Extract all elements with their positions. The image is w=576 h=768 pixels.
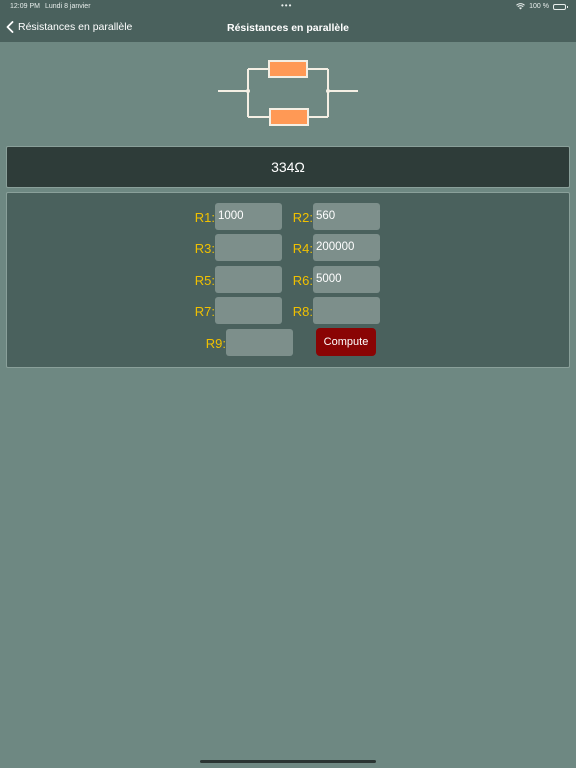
r1-label: R1: xyxy=(194,210,215,225)
resistor-bottom xyxy=(269,108,309,126)
page-title: Résistances en parallèle xyxy=(227,22,349,34)
r1-input[interactable] xyxy=(215,203,282,230)
result-display: 334Ω xyxy=(6,146,570,188)
r2-input[interactable] xyxy=(313,203,380,230)
r3-input[interactable] xyxy=(215,234,282,261)
resistor-inputs-panel: R1: R2: R3: R4: R5: R6: R7: R8: R9: Comp… xyxy=(6,192,570,368)
multitasking-dots[interactable]: ••• xyxy=(281,1,292,10)
r4-label: R4: xyxy=(292,241,313,256)
r3-label: R3: xyxy=(194,241,215,256)
navigation-bar: 12:09 PM Lundi 8 janvier ••• 100 % Résis… xyxy=(0,0,576,42)
r5-input[interactable] xyxy=(215,266,282,293)
r8-input[interactable] xyxy=(313,297,380,324)
wifi-icon xyxy=(516,3,525,10)
r7-input[interactable] xyxy=(215,297,282,324)
r5-label: R5: xyxy=(194,273,215,288)
r8-label: R8: xyxy=(292,304,313,319)
compute-button[interactable]: Compute xyxy=(316,328,376,356)
status-time: 12:09 PM xyxy=(10,3,40,10)
r9-input[interactable] xyxy=(226,329,293,356)
battery-icon xyxy=(553,3,568,10)
resistor-top xyxy=(268,60,308,78)
parallel-resistor-diagram xyxy=(218,60,358,126)
home-indicator[interactable] xyxy=(200,760,376,763)
r6-label: R6: xyxy=(292,273,313,288)
result-value: 334Ω xyxy=(271,159,305,175)
r2-label: R2: xyxy=(292,210,313,225)
r9-label: R9: xyxy=(205,336,226,351)
status-right: 100 % xyxy=(516,3,568,10)
r4-input[interactable] xyxy=(313,234,380,261)
r6-input[interactable] xyxy=(313,266,380,293)
battery-percentage: 100 % xyxy=(529,3,549,10)
r7-label: R7: xyxy=(194,304,215,319)
status-date: Lundi 8 janvier xyxy=(45,3,91,10)
